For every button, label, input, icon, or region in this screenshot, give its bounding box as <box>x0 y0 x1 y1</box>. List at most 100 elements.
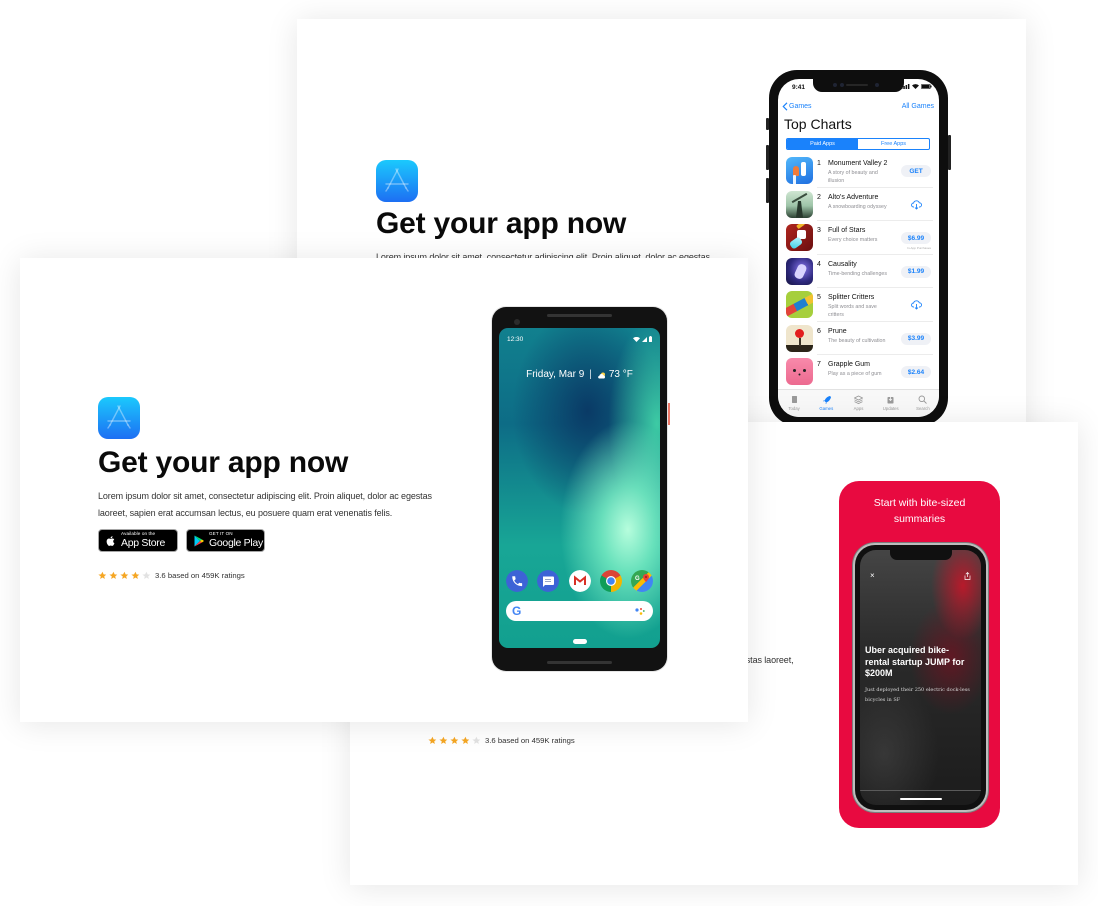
screen-title: Top Charts <box>784 116 852 132</box>
tab-label: Games <box>819 406 834 411</box>
signal-icon <box>642 336 647 342</box>
app-store-icon <box>376 160 418 202</box>
app-name: Full of Stars <box>828 227 866 234</box>
tab-label: Updates <box>882 406 899 411</box>
get-button[interactable]: GET <box>901 165 931 177</box>
apple-icon <box>106 535 115 546</box>
star-filled-icon <box>131 571 140 579</box>
app-store-screen: 9:41 Games All Games Top Charts Paid App… <box>778 79 939 417</box>
tab-label: Apps <box>853 406 864 411</box>
date-weather-widget[interactable]: Friday, Mar 9 | 73 °F <box>499 369 660 381</box>
android-home-screen: 12:30 Friday, Mar 9 | 73 °F G G <box>499 328 660 648</box>
description: Lorem ipsum dolor sit amet, consectetur … <box>98 491 432 518</box>
share-icon[interactable] <box>964 572 971 580</box>
wifi-icon <box>912 84 919 89</box>
status-time: 9:41 <box>792 84 806 91</box>
all-games-link[interactable]: All Games <box>902 103 934 110</box>
badge-label: Google Play <box>209 537 263 550</box>
download-button[interactable] <box>901 199 931 211</box>
phone-app-icon[interactable] <box>506 570 528 592</box>
app-subtitle: Every choice matters <box>828 237 878 243</box>
news-screen: × Uber acquired bike-rental startup JUMP… <box>860 550 981 805</box>
star-filled-icon <box>109 571 118 579</box>
bottom-speaker <box>547 661 612 664</box>
star-rating <box>98 571 153 580</box>
app-row[interactable]: 7 Grapple Gum Play as a piece of gum $2.64 <box>778 355 939 389</box>
full-of-stars-app-icon <box>786 224 813 251</box>
iphone-mockup: 9:41 Games All Games Top Charts Paid App… <box>766 70 951 426</box>
rocket-icon <box>822 396 831 404</box>
prune-app-icon <box>786 324 813 352</box>
article-summary: Just deployed their 250 electric dock-le… <box>865 687 970 703</box>
app-row[interactable]: 6 Prune The beauty of cultivation $3.99 <box>778 322 939 355</box>
app-row[interactable]: 5 Splitter Critters Split words and save c… <box>778 288 939 322</box>
app-row[interactable]: 4 Causality Time-bending challenges $1.99 <box>778 255 939 288</box>
price-button[interactable]: $6.99 <box>901 232 931 244</box>
price-button[interactable]: $1.99 <box>901 265 931 278</box>
battery-icon <box>649 336 652 342</box>
tab-games[interactable]: Games <box>810 390 842 417</box>
divider <box>860 790 981 791</box>
article-headline[interactable]: Uber acquired bike-rental startup JUMP f… <box>865 645 971 680</box>
tab-apps[interactable]: Apps <box>842 390 874 417</box>
google-g-icon: G <box>512 604 522 618</box>
app-rank: 5 <box>817 294 821 301</box>
star-filled-icon <box>461 736 470 744</box>
google-search-bar[interactable]: G <box>506 601 653 621</box>
home-indicator[interactable] <box>900 798 942 800</box>
google-assistant-icon[interactable] <box>635 607 645 616</box>
google-play-button[interactable]: GET IT ON Google Play <box>186 529 265 552</box>
download-cloud-icon <box>910 199 922 210</box>
close-icon[interactable]: × <box>870 571 875 580</box>
price-button[interactable]: $3.99 <box>901 332 931 345</box>
app-rank: 6 <box>817 327 821 335</box>
price-button[interactable]: $2.64 <box>901 366 931 378</box>
app-subtitle: The beauty of cultivation <box>828 337 886 344</box>
tab-label: Search <box>916 406 930 411</box>
back-button[interactable]: Games <box>782 102 812 111</box>
messages-app-icon[interactable] <box>537 570 559 592</box>
page-title: Get your app now <box>98 446 349 479</box>
app-row[interactable]: 3 Full of Stars Every choice matters $6.99 I… <box>778 221 939 255</box>
chrome-app-icon[interactable] <box>600 570 622 592</box>
app-name: Causality <box>828 260 857 268</box>
battery-icon <box>921 84 932 89</box>
date-text: Friday, Mar 9 <box>526 369 585 380</box>
tab-today[interactable]: Today <box>778 390 810 417</box>
maps-app-icon[interactable]: G <box>631 570 653 592</box>
altos-adventure-app-icon <box>786 190 813 218</box>
segment-paid-apps[interactable]: Paid Apps <box>787 139 858 149</box>
android-phone-mockup: 12:30 Friday, Mar 9 | 73 °F G G <box>492 307 670 671</box>
app-name: Monument Valley 2 <box>828 160 888 167</box>
app-rank: 1 <box>817 160 821 167</box>
tab-search[interactable]: Search <box>907 390 939 417</box>
rating: 3.6 based on 459K ratings <box>98 570 245 580</box>
volume-up-button <box>766 145 769 170</box>
segment-free-apps[interactable]: Free Apps <box>858 139 929 149</box>
tab-bar: Today Games Apps Updates Search <box>778 389 939 417</box>
app-row[interactable]: 1 Monument Valley 2 A story of beauty and … <box>778 154 939 188</box>
google-play-icon <box>194 535 204 546</box>
app-subtitle: Split words and save critters <box>828 304 877 318</box>
splitter-critters-app-icon <box>786 291 813 318</box>
in-app-purchases-note: In-App Purchases <box>907 245 931 250</box>
app-name: Prune <box>828 327 847 335</box>
star-empty-icon <box>472 736 481 744</box>
download-cloud-icon <box>910 300 922 310</box>
download-button[interactable] <box>901 299 931 311</box>
star-filled-icon <box>439 736 448 744</box>
home-button[interactable] <box>573 639 587 644</box>
partly-cloudy-icon <box>597 372 605 378</box>
app-subtitle: A snowboarding odyssey <box>828 203 887 210</box>
gmail-app-icon[interactable] <box>569 570 591 592</box>
app-rank: 3 <box>817 227 821 234</box>
tab-updates[interactable]: Updates <box>875 390 907 417</box>
causality-app-icon <box>786 257 813 285</box>
app-row[interactable]: 2 Alto's Adventure A snowboarding odyssey <box>778 188 939 221</box>
top-charts-list: 1 Monument Valley 2 A story of beauty and … <box>778 154 939 389</box>
app-store-button[interactable]: Available on the App Store <box>98 529 178 552</box>
rating-text: 3.6 based on 459K ratings <box>485 735 575 745</box>
app-subtitle: A story of beauty and illusion <box>828 170 878 184</box>
top-speaker <box>547 314 612 317</box>
segmented-control: Paid Apps Free Apps <box>786 138 930 150</box>
